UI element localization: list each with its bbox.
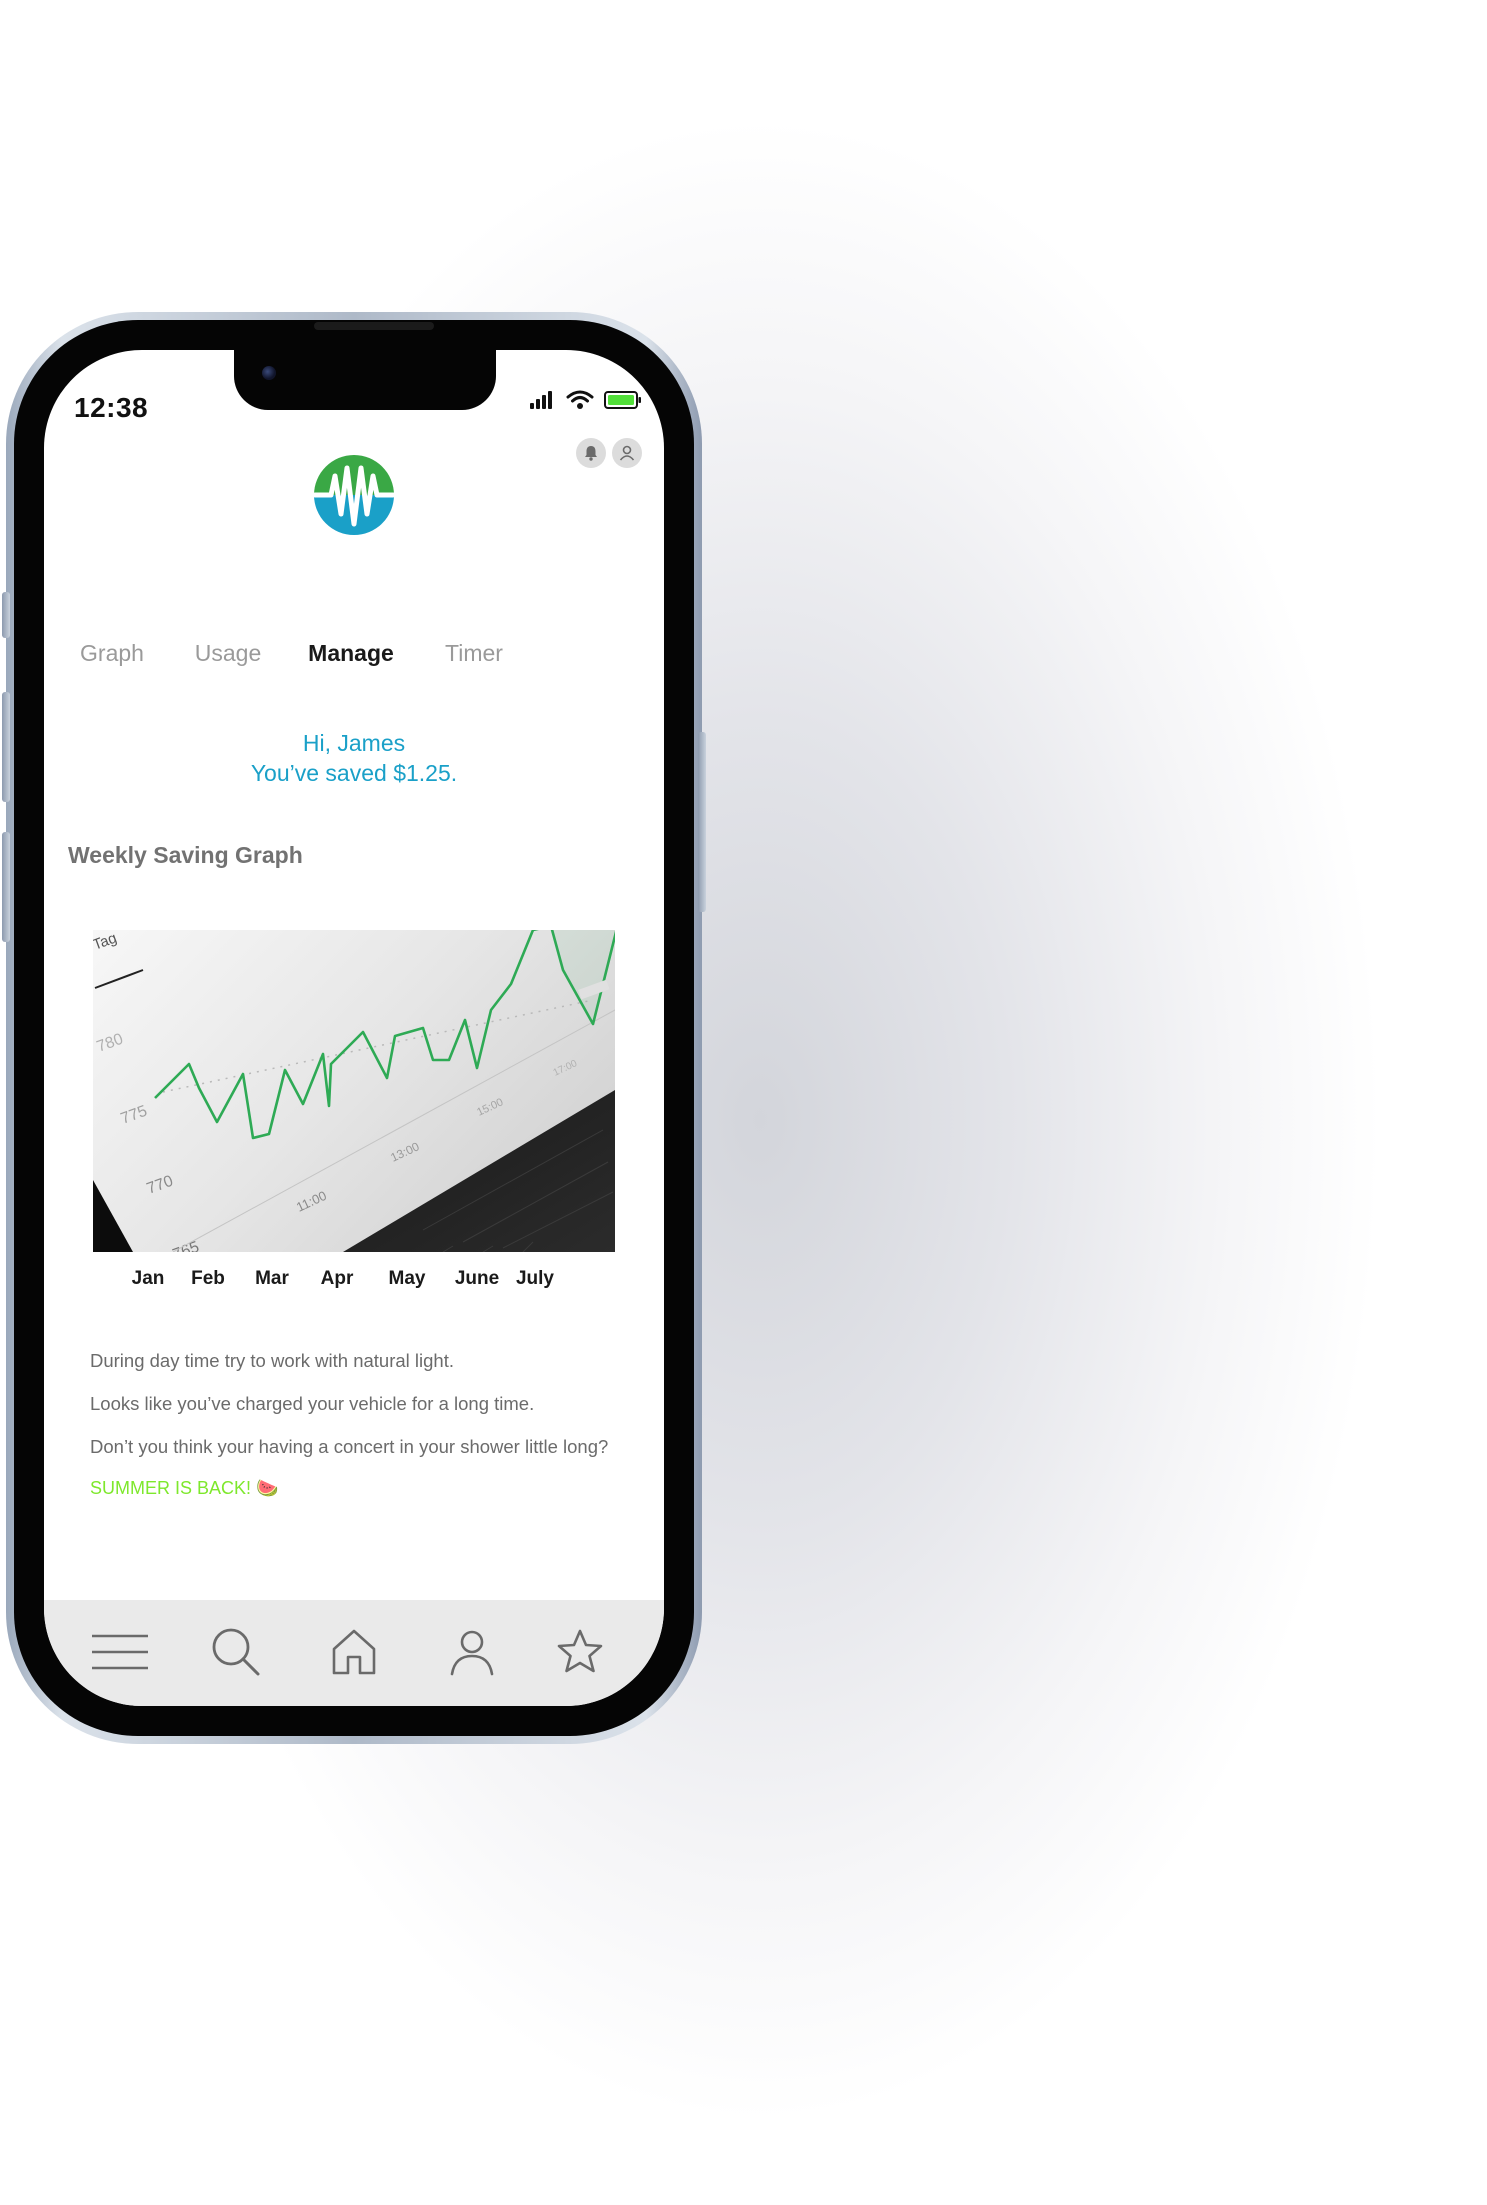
bell-icon: [585, 446, 597, 461]
bottom-nav: [44, 1600, 664, 1706]
greeting-name: Hi, James: [302, 730, 406, 756]
weekly-graph-image: Tag 780 775 770 765 11:00 13:00 15:00 17…: [93, 930, 615, 1252]
promo-text: SUMMER IS BACK!: [90, 1478, 252, 1498]
menu-icon: [92, 1634, 148, 1670]
tip-item: During day time try to work with natural…: [90, 1350, 454, 1371]
status-time: 12:38: [74, 392, 149, 423]
app-logo: [313, 455, 395, 535]
user-icon: [619, 445, 635, 461]
nav-home-button[interactable]: [324, 1622, 384, 1682]
phone-volume-up-button: [2, 692, 10, 802]
front-camera: [262, 366, 276, 380]
phone-side-button-left: [2, 592, 10, 638]
battery-icon: [604, 391, 641, 409]
month-label: Jan: [131, 1268, 165, 1289]
month-axis: Jan Feb Mar Apr May June July: [44, 1268, 664, 1298]
tab-manage[interactable]: Manage: [308, 640, 394, 667]
greeting: Hi, James You’ve saved $1.25.: [44, 728, 664, 788]
phone-bezel: 12:38 Graph Usage Manage Timer Hi, James…: [14, 320, 694, 1736]
home-icon: [332, 1629, 376, 1675]
wifi-icon: [566, 390, 594, 409]
phone-volume-down-button: [2, 832, 10, 942]
phone-frame: 12:38 Graph Usage Manage Timer Hi, James…: [2, 312, 706, 1744]
savings-summary: You’ve saved $1.25.: [250, 760, 458, 786]
watermelon-icon: 🍉: [256, 1478, 279, 1498]
phone-power-button: [698, 732, 706, 912]
app-screen: 12:38 Graph Usage Manage Timer Hi, James…: [44, 350, 664, 1706]
nav-profile-button[interactable]: [442, 1622, 502, 1682]
tab-usage[interactable]: Usage: [195, 640, 261, 667]
account-button[interactable]: [612, 438, 642, 468]
promo-banner[interactable]: SUMMER IS BACK! 🍉: [90, 1478, 278, 1499]
nav-menu-button[interactable]: [90, 1622, 150, 1682]
month-label: Apr: [320, 1268, 354, 1289]
nav-search-button[interactable]: [206, 1622, 266, 1682]
notch: [234, 350, 496, 410]
signal-icon: [530, 391, 552, 409]
status-icons: [530, 390, 642, 410]
tip-item: Don’t you think your having a concert in…: [90, 1436, 609, 1457]
weekly-graph-title: Weekly Saving Graph: [68, 842, 303, 868]
month-label: June: [454, 1268, 500, 1289]
header-actions: [576, 438, 642, 468]
month-label: Feb: [191, 1268, 225, 1289]
month-label: Mar: [255, 1268, 289, 1289]
tip-item: Looks like you’ve charged your vehicle f…: [90, 1393, 535, 1414]
tab-timer[interactable]: Timer: [445, 640, 503, 667]
chart-photo: Tag 780 775 770 765 11:00 13:00 15:00 17…: [93, 930, 615, 1252]
search-icon: [212, 1628, 260, 1676]
earpiece-speaker: [314, 322, 434, 330]
tab-graph[interactable]: Graph: [80, 640, 144, 667]
tab-bar: Graph Usage Manage Timer: [44, 640, 664, 680]
star-icon: [557, 1629, 603, 1673]
nav-favorites-button[interactable]: [550, 1622, 610, 1682]
month-label: May: [388, 1268, 426, 1289]
profile-icon: [450, 1630, 494, 1676]
month-label: July: [515, 1268, 555, 1289]
notification-button[interactable]: [576, 438, 606, 468]
